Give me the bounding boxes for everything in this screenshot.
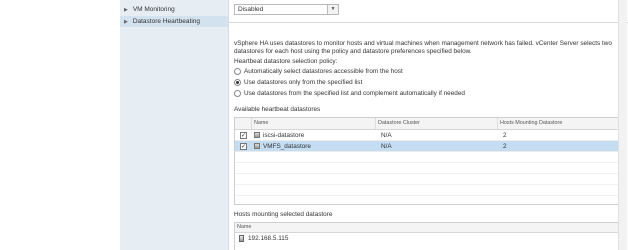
- radio-button[interactable]: [234, 90, 241, 97]
- list-item[interactable]: 192.168.5.115: [235, 233, 619, 244]
- nav-item-label: Datastore Heartbeating: [132, 18, 201, 25]
- available-datastores-grid: Name Datastore Cluster Hosts Mounting Da…: [234, 117, 620, 205]
- description-text: vSphere HA uses datastores to monitor ho…: [234, 40, 612, 55]
- vm-monitoring-select[interactable]: Disabled ▼: [234, 4, 339, 15]
- host-server-icon: [239, 235, 244, 242]
- nav-item-vm-monitoring[interactable]: ▶ VM Monitoring: [124, 4, 175, 15]
- policy-option-label: Use datastores only from the specified l…: [244, 79, 363, 86]
- hosts-mounting-grid: Name 192.168.5.115: [234, 222, 620, 250]
- datastore-icon: [254, 132, 260, 138]
- column-header-hosts[interactable]: Hosts Mounting Datastore: [498, 118, 619, 129]
- policy-option-specified-complement[interactable]: Use datastores from the specified list a…: [234, 89, 465, 98]
- column-header-name[interactable]: Name: [252, 118, 376, 129]
- hosts-count: 2: [503, 132, 507, 139]
- policy-option-auto[interactable]: Automatically select datastores accessib…: [234, 67, 403, 76]
- nav-item-datastore-heartbeating[interactable]: ▶ Datastore Heartbeating: [120, 16, 228, 27]
- radio-button[interactable]: [234, 68, 241, 75]
- chevron-down-icon[interactable]: ▼: [327, 5, 338, 14]
- datastore-name: iscsi-datastore: [263, 131, 305, 139]
- column-header-cluster[interactable]: Datastore Cluster: [376, 118, 498, 129]
- grid-header: Name Datastore Cluster Hosts Mounting Da…: [235, 118, 619, 130]
- policy-option-specified-only[interactable]: Use datastores only from the specified l…: [234, 78, 362, 87]
- empty-row: [235, 174, 619, 185]
- left-blank-pane: [0, 0, 120, 250]
- vertical-scrollbar[interactable]: [618, 0, 627, 250]
- caret-right-icon: ▶: [124, 7, 128, 13]
- table-row[interactable]: ✓ iscsi-datastore N/A 2: [235, 130, 619, 141]
- table-row-selected[interactable]: ✓ VMFS_datastore N/A 2: [235, 141, 619, 152]
- hosts-count: 2: [503, 143, 507, 150]
- policy-label: Heartbeat datastore selection policy:: [234, 58, 338, 65]
- nav-item-label: VM Monitoring: [132, 6, 175, 13]
- empty-row: [235, 152, 619, 163]
- policy-option-label: Automatically select datastores accessib…: [244, 68, 403, 75]
- available-datastores-label: Available heartbeat datastores: [234, 106, 321, 113]
- empty-row: [235, 163, 619, 174]
- datastore-icon: [254, 143, 260, 149]
- settings-nav-panel: ▶ VM Monitoring ▶ Datastore Heartbeating: [120, 0, 229, 250]
- select-value: Disabled: [238, 6, 264, 13]
- datastore-cluster: N/A: [381, 143, 392, 150]
- hosts-mounting-label: Hosts mounting selected datastore: [234, 211, 333, 218]
- section-divider: [229, 22, 628, 23]
- empty-row: [235, 185, 619, 196]
- column-header-name[interactable]: Name: [235, 223, 619, 233]
- caret-right-icon: ▶: [124, 19, 128, 25]
- row-checkbox[interactable]: ✓: [240, 142, 247, 150]
- row-checkbox[interactable]: ✓: [240, 131, 247, 139]
- radio-button-selected[interactable]: [234, 79, 241, 86]
- datastore-name: VMFS_datastore: [263, 142, 311, 150]
- policy-option-label: Use datastores from the specified list a…: [244, 90, 465, 97]
- datastore-cluster: N/A: [381, 132, 392, 139]
- column-header-check[interactable]: [235, 118, 252, 129]
- host-ip: 192.168.5.115: [248, 235, 289, 242]
